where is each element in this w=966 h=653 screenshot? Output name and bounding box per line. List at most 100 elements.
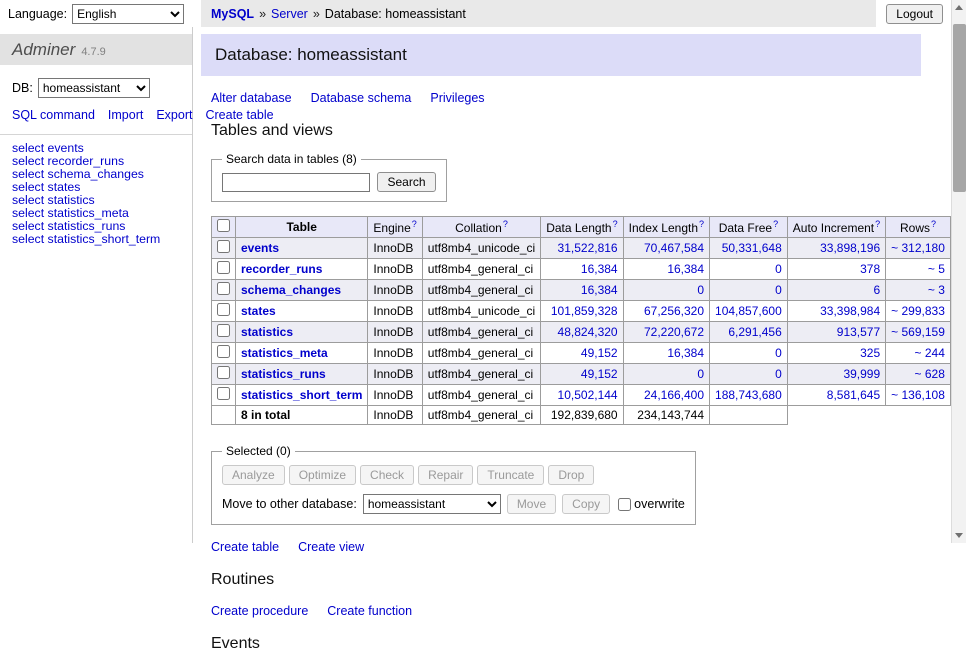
cell-data-length: 101,859,328 — [541, 301, 623, 322]
cell-rows: ~ 3 — [886, 280, 951, 301]
column-header-collation: Collation? — [422, 217, 540, 238]
table-link-statistics[interactable]: statistics — [241, 325, 293, 339]
page-body: Adminer 4.7.9 DB: homeassistant SQL comm… — [0, 27, 966, 543]
cell-data-length: 49,152 — [541, 343, 623, 364]
cell-auto-increment: 325 — [787, 343, 885, 364]
help-icon[interactable]: ? — [503, 219, 508, 229]
row-checkbox-statistics[interactable] — [217, 324, 230, 337]
table-link-statistics-short-term[interactable]: statistics_short_term — [241, 388, 362, 402]
cell-data-free: 50,331,648 — [710, 238, 788, 259]
db-content: Alter databaseDatabase schemaPrivileges … — [211, 91, 921, 653]
table-link-states[interactable]: states — [241, 304, 276, 318]
cell-engine: InnoDB — [368, 385, 422, 406]
scrollbar-down-arrow-icon[interactable] — [952, 528, 966, 543]
cell-index-length: 70,467,584 — [623, 238, 709, 259]
help-icon[interactable]: ? — [613, 219, 618, 229]
link-alter-database[interactable]: Alter database — [211, 91, 292, 105]
create-links: Create table Create view — [211, 540, 921, 554]
language-select[interactable]: English — [72, 4, 184, 24]
section-tables-and-views: Tables and views — [211, 122, 921, 140]
app-logo: Adminer 4.7.9 — [0, 34, 192, 65]
table-link-recorder-runs[interactable]: recorder_runs — [241, 262, 322, 276]
row-check-cell — [212, 259, 236, 280]
breadcrumb-link-mysql[interactable]: MySQL — [211, 7, 254, 21]
link-create-function[interactable]: Create function — [327, 604, 412, 618]
selected-buttons-row: AnalyzeOptimizeCheckRepairTruncateDrop — [222, 465, 685, 485]
cell-index-length: 72,220,672 — [623, 322, 709, 343]
row-checkbox-schema-changes[interactable] — [217, 282, 230, 295]
select-all-checkbox[interactable] — [217, 219, 230, 232]
sidebar-action-sql-command[interactable]: SQL command — [12, 108, 95, 122]
table-header-row: TableEngine?Collation?Data Length?Index … — [212, 217, 966, 238]
optimize-button[interactable]: Optimize — [289, 465, 356, 485]
table-link-schema-changes[interactable]: schema_changes — [241, 283, 341, 297]
move-button[interactable]: Move — [507, 494, 556, 514]
sidebar-action-import[interactable]: Import — [108, 108, 143, 122]
drop-button[interactable]: Drop — [548, 465, 594, 485]
help-icon[interactable]: ? — [699, 219, 704, 229]
help-icon[interactable]: ? — [931, 219, 936, 229]
truncate-button[interactable]: Truncate — [477, 465, 544, 485]
table-link-statistics-runs[interactable]: statistics_runs — [241, 367, 326, 381]
move-db-select[interactable]: homeassistant — [363, 494, 501, 514]
cell-data-free: 188,743,680 — [710, 385, 788, 406]
row-checkbox-statistics-runs[interactable] — [217, 366, 230, 379]
cell-rows: ~ 312,180 — [886, 238, 951, 259]
cell-data-length: 49,152 — [541, 364, 623, 385]
row-checkbox-statistics-short-term[interactable] — [217, 387, 230, 400]
row-check-cell — [212, 343, 236, 364]
db-action-links: Alter database Database schema Privileges — [211, 91, 921, 105]
main-content: Database: homeassistant Alter database Da… — [193, 27, 966, 543]
link-privileges[interactable]: Privileges — [430, 91, 484, 105]
cell-engine: InnoDB — [368, 280, 422, 301]
table-name-cell: statistics_runs — [236, 364, 368, 385]
row-checkbox-statistics-meta[interactable] — [217, 345, 230, 358]
search-button[interactable]: Search — [377, 172, 435, 192]
table-link-events[interactable]: events — [241, 241, 279, 255]
row-checkbox-states[interactable] — [217, 303, 230, 316]
analyze-button[interactable]: Analyze — [222, 465, 285, 485]
cell-collation: utf8mb4_general_ci — [422, 343, 540, 364]
sidebar-link-select-statistics-runs[interactable]: select statistics_runs — [12, 220, 180, 233]
breadcrumb-link-server[interactable]: Server — [271, 7, 308, 21]
table-row-statistics-runs: statistics_runsInnoDButf8mb4_general_ci4… — [212, 364, 966, 385]
sidebar-action-export[interactable]: Export — [156, 108, 192, 122]
cell-index-length: 0 — [623, 364, 709, 385]
copy-button[interactable]: Copy — [562, 494, 610, 514]
sidebar-link-select-statistics[interactable]: select statistics — [12, 194, 180, 207]
row-checkbox-recorder-runs[interactable] — [217, 261, 230, 274]
db-select[interactable]: homeassistant — [38, 78, 150, 98]
link-create-table[interactable]: Create table — [211, 540, 279, 554]
top-bar: Language: English MySQL » Server » Datab… — [0, 0, 966, 27]
table-name-cell: statistics_short_term — [236, 385, 368, 406]
overwrite-checkbox[interactable] — [618, 498, 631, 511]
check-button[interactable]: Check — [360, 465, 414, 485]
cell-auto-increment: 39,999 — [787, 364, 885, 385]
cell-data-free: 0 — [710, 364, 788, 385]
link-database-schema[interactable]: Database schema — [311, 91, 412, 105]
row-check-cell — [212, 301, 236, 322]
total-engine-cell: InnoDB — [368, 406, 422, 425]
row-checkbox-events[interactable] — [217, 240, 230, 253]
link-create-procedure[interactable]: Create procedure — [211, 604, 308, 618]
link-create-view[interactable]: Create view — [298, 540, 364, 554]
help-icon[interactable]: ? — [412, 219, 417, 229]
table-row-schema-changes: schema_changesInnoDButf8mb4_general_ci16… — [212, 280, 966, 301]
logout-button[interactable]: Logout — [886, 4, 943, 24]
cell-index-length: 16,384 — [623, 343, 709, 364]
cell-engine: InnoDB — [368, 364, 422, 385]
table-link-statistics-meta[interactable]: statistics_meta — [241, 346, 328, 360]
sidebar-link-select-statistics-meta[interactable]: select statistics_meta — [12, 207, 180, 220]
repair-button[interactable]: Repair — [418, 465, 473, 485]
help-icon[interactable]: ? — [773, 219, 778, 229]
search-input[interactable] — [222, 173, 370, 192]
column-header-data-free: Data Free? — [710, 217, 788, 238]
scrollbar-up-arrow-icon[interactable] — [952, 0, 966, 15]
scrollbar[interactable] — [951, 0, 966, 543]
routine-links: Create procedure Create function — [211, 604, 921, 618]
sidebar-link-select-statistics-short-term[interactable]: select statistics_short_term — [12, 233, 180, 246]
db-selector: DB: homeassistant — [12, 78, 180, 98]
scrollbar-thumb[interactable] — [953, 24, 966, 192]
help-icon[interactable]: ? — [875, 219, 880, 229]
page-title: Database: homeassistant — [201, 34, 921, 76]
